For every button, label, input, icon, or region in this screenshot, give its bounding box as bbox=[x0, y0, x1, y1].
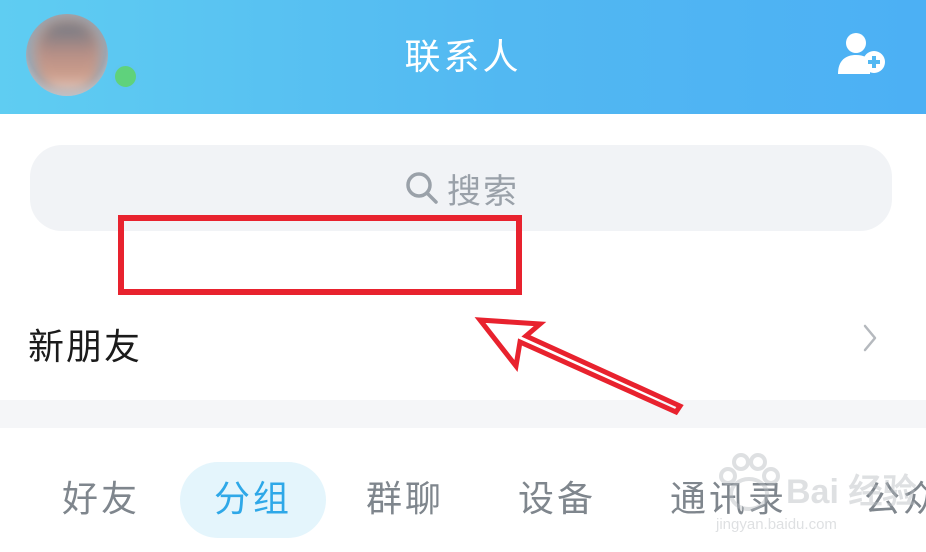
search-icon bbox=[406, 172, 438, 204]
list-item-new-friends[interactable]: 新朋友 bbox=[0, 290, 926, 398]
tab-devices[interactable]: 设备 bbox=[518, 462, 596, 538]
tab-friends[interactable]: 好友 bbox=[62, 462, 140, 538]
chevron-right-icon bbox=[863, 324, 877, 352]
add-contact-button[interactable] bbox=[834, 28, 892, 78]
search-placeholder: 搜索 bbox=[447, 171, 519, 212]
tab-official-accounts[interactable]: 公众 bbox=[864, 462, 926, 538]
new-friends-label: 新朋友 bbox=[28, 327, 143, 368]
contact-tabs: 好友 分组 群聊 设备 通讯录 公众 bbox=[0, 456, 926, 546]
section-divider bbox=[0, 400, 926, 428]
page-title: 联系人 bbox=[404, 37, 522, 78]
add-contact-icon bbox=[838, 33, 885, 74]
tab-address-book[interactable]: 通讯录 bbox=[670, 462, 787, 538]
app-header: 联系人 bbox=[0, 0, 926, 114]
tab-group-chats[interactable]: 群聊 bbox=[366, 462, 444, 538]
annotation-highlight-box bbox=[118, 215, 522, 295]
tab-groups[interactable]: 分组 bbox=[180, 462, 326, 538]
